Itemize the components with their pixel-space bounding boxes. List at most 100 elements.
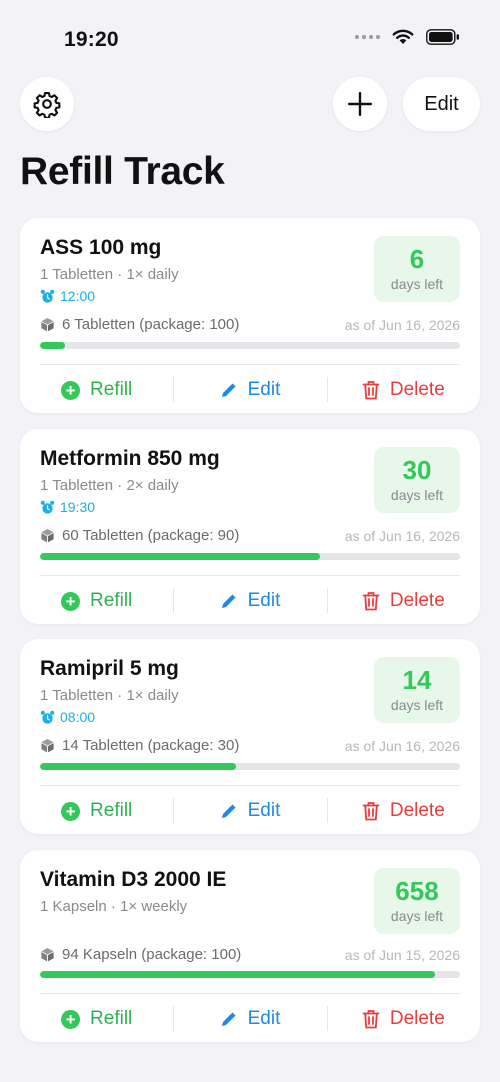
medication-card-metformin[interactable]: Metformin 850 mg 1 Tabletten · 2× daily … [20, 429, 480, 624]
plus-circle-icon: + [61, 380, 81, 400]
medication-alarm: 12:00 [40, 288, 95, 304]
delete-label: Delete [389, 590, 445, 611]
pencil-icon [221, 594, 236, 608]
settings-button[interactable] [20, 77, 74, 131]
refill-label: Refill [90, 1008, 133, 1029]
medication-name: ASS 100 mg [40, 236, 162, 259]
refill-button[interactable]: + Refill [20, 786, 173, 836]
as-of-date: as of Jun 16, 2026 [344, 527, 460, 544]
medication-alarm: 19:30 [40, 499, 95, 515]
days-left-badge: 6 days left [374, 236, 460, 302]
days-left-value: 658 [395, 876, 439, 906]
alarm-time: 19:30 [60, 499, 96, 515]
stock-progress-fill [40, 763, 237, 770]
stock-progress-bar [40, 971, 460, 978]
as-of-date: as of Jun 15, 2026 [344, 946, 460, 963]
medication-dose: 1 Kapseln · 1× weekly [40, 898, 188, 915]
days-left-label: days left [390, 276, 444, 292]
gear-icon [33, 91, 61, 118]
stock-row: 6 Tabletten (package: 100) as of Jun 16,… [40, 316, 460, 333]
stock-text: 94 Kapseln (package: 100) [62, 946, 242, 963]
plus-circle-icon: + [61, 591, 81, 611]
refill-label: Refill [90, 800, 133, 821]
medication-dose: 1 Tabletten · 1× daily [40, 687, 179, 704]
days-left-badge: 658 days left [374, 868, 460, 934]
trash-icon [362, 1010, 380, 1029]
edit-label: Edit [247, 590, 281, 611]
delete-button[interactable]: Delete [326, 576, 480, 626]
plus-circle-icon: + [61, 1009, 81, 1029]
days-left-label: days left [390, 697, 444, 713]
trash-icon [362, 802, 380, 821]
delete-label: Delete [389, 800, 445, 821]
days-left-value: 6 [409, 244, 425, 274]
alarm-clock-icon [40, 710, 55, 724]
pencil-icon [221, 1012, 236, 1026]
as-of-date: as of Jun 16, 2026 [344, 737, 460, 754]
card-actions: + Refill Edit Delete [20, 786, 480, 836]
delete-button[interactable]: Delete [326, 365, 480, 415]
alarm-time: 12:00 [60, 288, 96, 304]
delete-label: Delete [389, 379, 445, 400]
delete-button[interactable]: Delete [326, 786, 480, 836]
stock-row: 14 Tabletten (package: 30) as of Jun 16,… [40, 737, 460, 754]
medication-dose: 1 Tabletten · 2× daily [40, 477, 179, 494]
medication-card-ass[interactable]: ASS 100 mg 1 Tabletten · 1× daily 12:00 … [20, 218, 480, 413]
stock-text: 14 Tabletten (package: 30) [62, 737, 240, 754]
stock-progress-fill [40, 971, 435, 978]
stock-progress-bar [40, 763, 460, 770]
status-icons [355, 29, 460, 45]
stock-row: 60 Tabletten (package: 90) as of Jun 16,… [40, 527, 460, 544]
edit-button[interactable]: Edit [173, 786, 326, 836]
refill-button[interactable]: + Refill [20, 994, 173, 1044]
edit-button[interactable]: Edit [173, 994, 326, 1044]
days-left-badge: 30 days left [374, 447, 460, 513]
alarm-clock-icon [40, 500, 55, 514]
refill-label: Refill [90, 379, 133, 400]
medication-dose: 1 Tabletten · 1× daily [40, 266, 179, 283]
edit-label: Edit [247, 1008, 281, 1029]
battery-icon [426, 29, 459, 45]
card-actions: + Refill Edit Delete [20, 994, 480, 1044]
status-bar: 19:20 [0, 0, 500, 60]
delete-button[interactable]: Delete [326, 994, 480, 1044]
package-box-icon [41, 528, 54, 543]
card-actions: + Refill Edit Delete [20, 576, 480, 626]
days-left-value: 30 [402, 455, 432, 485]
refill-button[interactable]: + Refill [20, 365, 173, 415]
refill-label: Refill [90, 590, 133, 611]
medication-card-ramipril[interactable]: Ramipril 5 mg 1 Tabletten · 1× daily 08:… [20, 639, 480, 834]
stock-text: 60 Tabletten (package: 90) [62, 527, 240, 544]
stock-text: 6 Tabletten (package: 100) [62, 316, 240, 333]
package-box-icon [41, 947, 54, 962]
package-box-icon [41, 317, 54, 332]
delete-label: Delete [389, 1008, 445, 1029]
cellular-signal-icon [355, 35, 380, 39]
medication-name: Vitamin D3 2000 IE [40, 868, 227, 891]
add-medication-button[interactable] [333, 77, 387, 131]
edit-label: Edit [247, 800, 281, 821]
days-left-label: days left [390, 487, 444, 503]
trash-icon [362, 381, 380, 400]
edit-label: Edit [247, 379, 281, 400]
stock-progress-fill [40, 342, 66, 349]
medication-card-vitamin-d3[interactable]: Vitamin D3 2000 IE 1 Kapseln · 1× weekly… [20, 850, 480, 1042]
days-left-badge: 14 days left [374, 657, 460, 723]
refill-button[interactable]: + Refill [20, 576, 173, 626]
medication-alarm: 08:00 [40, 709, 95, 725]
stock-progress-bar [40, 553, 460, 560]
stock-row: 94 Kapseln (package: 100) as of Jun 15, … [40, 946, 460, 963]
edit-list-button[interactable]: Edit [403, 77, 480, 131]
alarm-clock-icon [40, 289, 55, 303]
edit-button[interactable]: Edit [173, 365, 326, 415]
status-time: 19:20 [64, 28, 119, 51]
stock-progress-bar [40, 342, 460, 349]
plus-circle-icon: + [61, 801, 81, 821]
stock-progress-fill [40, 553, 321, 560]
edit-button[interactable]: Edit [173, 576, 326, 626]
wifi-icon [392, 29, 414, 44]
alarm-time: 08:00 [60, 709, 96, 725]
trash-icon [362, 592, 380, 611]
package-box-icon [41, 738, 54, 753]
medication-name: Ramipril 5 mg [40, 657, 179, 680]
